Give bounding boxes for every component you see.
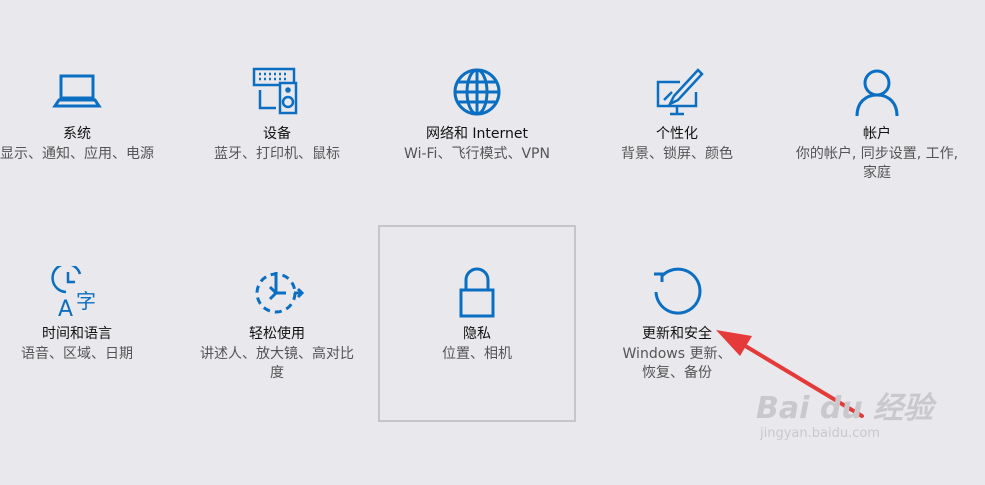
watermark-brand: Bai du 经验 xyxy=(756,391,934,426)
tile-network[interactable]: 网络和 Internet Wi-Fi、飞行模式、VPN xyxy=(378,66,576,186)
tile-title: 时间和语言 xyxy=(42,326,112,342)
tile-description: Windows 更新、恢复、备份 xyxy=(622,346,732,381)
tile-ease-of-access[interactable]: 轻松使用 讲述人、放大镜、高对比度 xyxy=(178,266,376,386)
tile-description: 你的帐户, 同步设置, 工作, 家庭 xyxy=(795,146,959,181)
lock-icon xyxy=(450,266,504,320)
tile-update-security[interactable]: 更新和安全 Windows 更新、恢复、备份 xyxy=(578,266,776,386)
tile-description: 语音、区域、日期 xyxy=(21,346,133,362)
tile-title: 轻松使用 xyxy=(249,326,305,342)
update-icon xyxy=(650,266,704,320)
ease-of-access-icon xyxy=(250,266,304,320)
tile-title: 设备 xyxy=(263,126,291,142)
tile-accounts[interactable]: 帐户 你的帐户, 同步设置, 工作, 家庭 xyxy=(778,66,976,186)
watermark-url: jingyan.baidu.com xyxy=(760,426,880,441)
tile-system[interactable]: 系统 显示、通知、应用、电源 xyxy=(0,66,176,186)
paint-icon xyxy=(650,66,704,120)
svg-text:字: 字 xyxy=(76,289,96,313)
tile-time-language[interactable]: A 字 时间和语言 语音、区域、日期 xyxy=(0,266,176,386)
tile-description: Wi-Fi、飞行模式、VPN xyxy=(404,146,550,162)
laptop-icon xyxy=(50,66,104,120)
tile-personalization[interactable]: 个性化 背景、锁屏、颜色 xyxy=(578,66,776,186)
tile-description: 位置、相机 xyxy=(442,346,512,362)
tile-title: 帐户 xyxy=(863,126,891,142)
tile-description: 讲述人、放大镜、高对比度 xyxy=(200,346,354,381)
tile-title: 网络和 Internet xyxy=(425,126,529,142)
watermark: Bai du 经验 jingyan.baidu.com xyxy=(756,392,933,442)
time-language-icon: A 字 xyxy=(50,266,104,320)
svg-text:A: A xyxy=(58,297,73,320)
globe-icon xyxy=(450,66,504,120)
tile-devices[interactable]: 设备 蓝牙、打印机、鼠标 xyxy=(178,66,376,186)
tile-title: 更新和安全 xyxy=(642,326,712,342)
tile-title: 个性化 xyxy=(656,126,698,142)
tile-privacy[interactable]: 隐私 位置、相机 xyxy=(378,266,576,386)
tile-title: 系统 xyxy=(63,126,91,142)
devices-icon xyxy=(250,66,304,120)
tile-description: 显示、通知、应用、电源 xyxy=(0,146,154,162)
tile-title: 隐私 xyxy=(463,326,491,342)
person-icon xyxy=(850,66,904,120)
tile-description: 背景、锁屏、颜色 xyxy=(621,146,733,162)
tile-description: 蓝牙、打印机、鼠标 xyxy=(214,146,340,162)
